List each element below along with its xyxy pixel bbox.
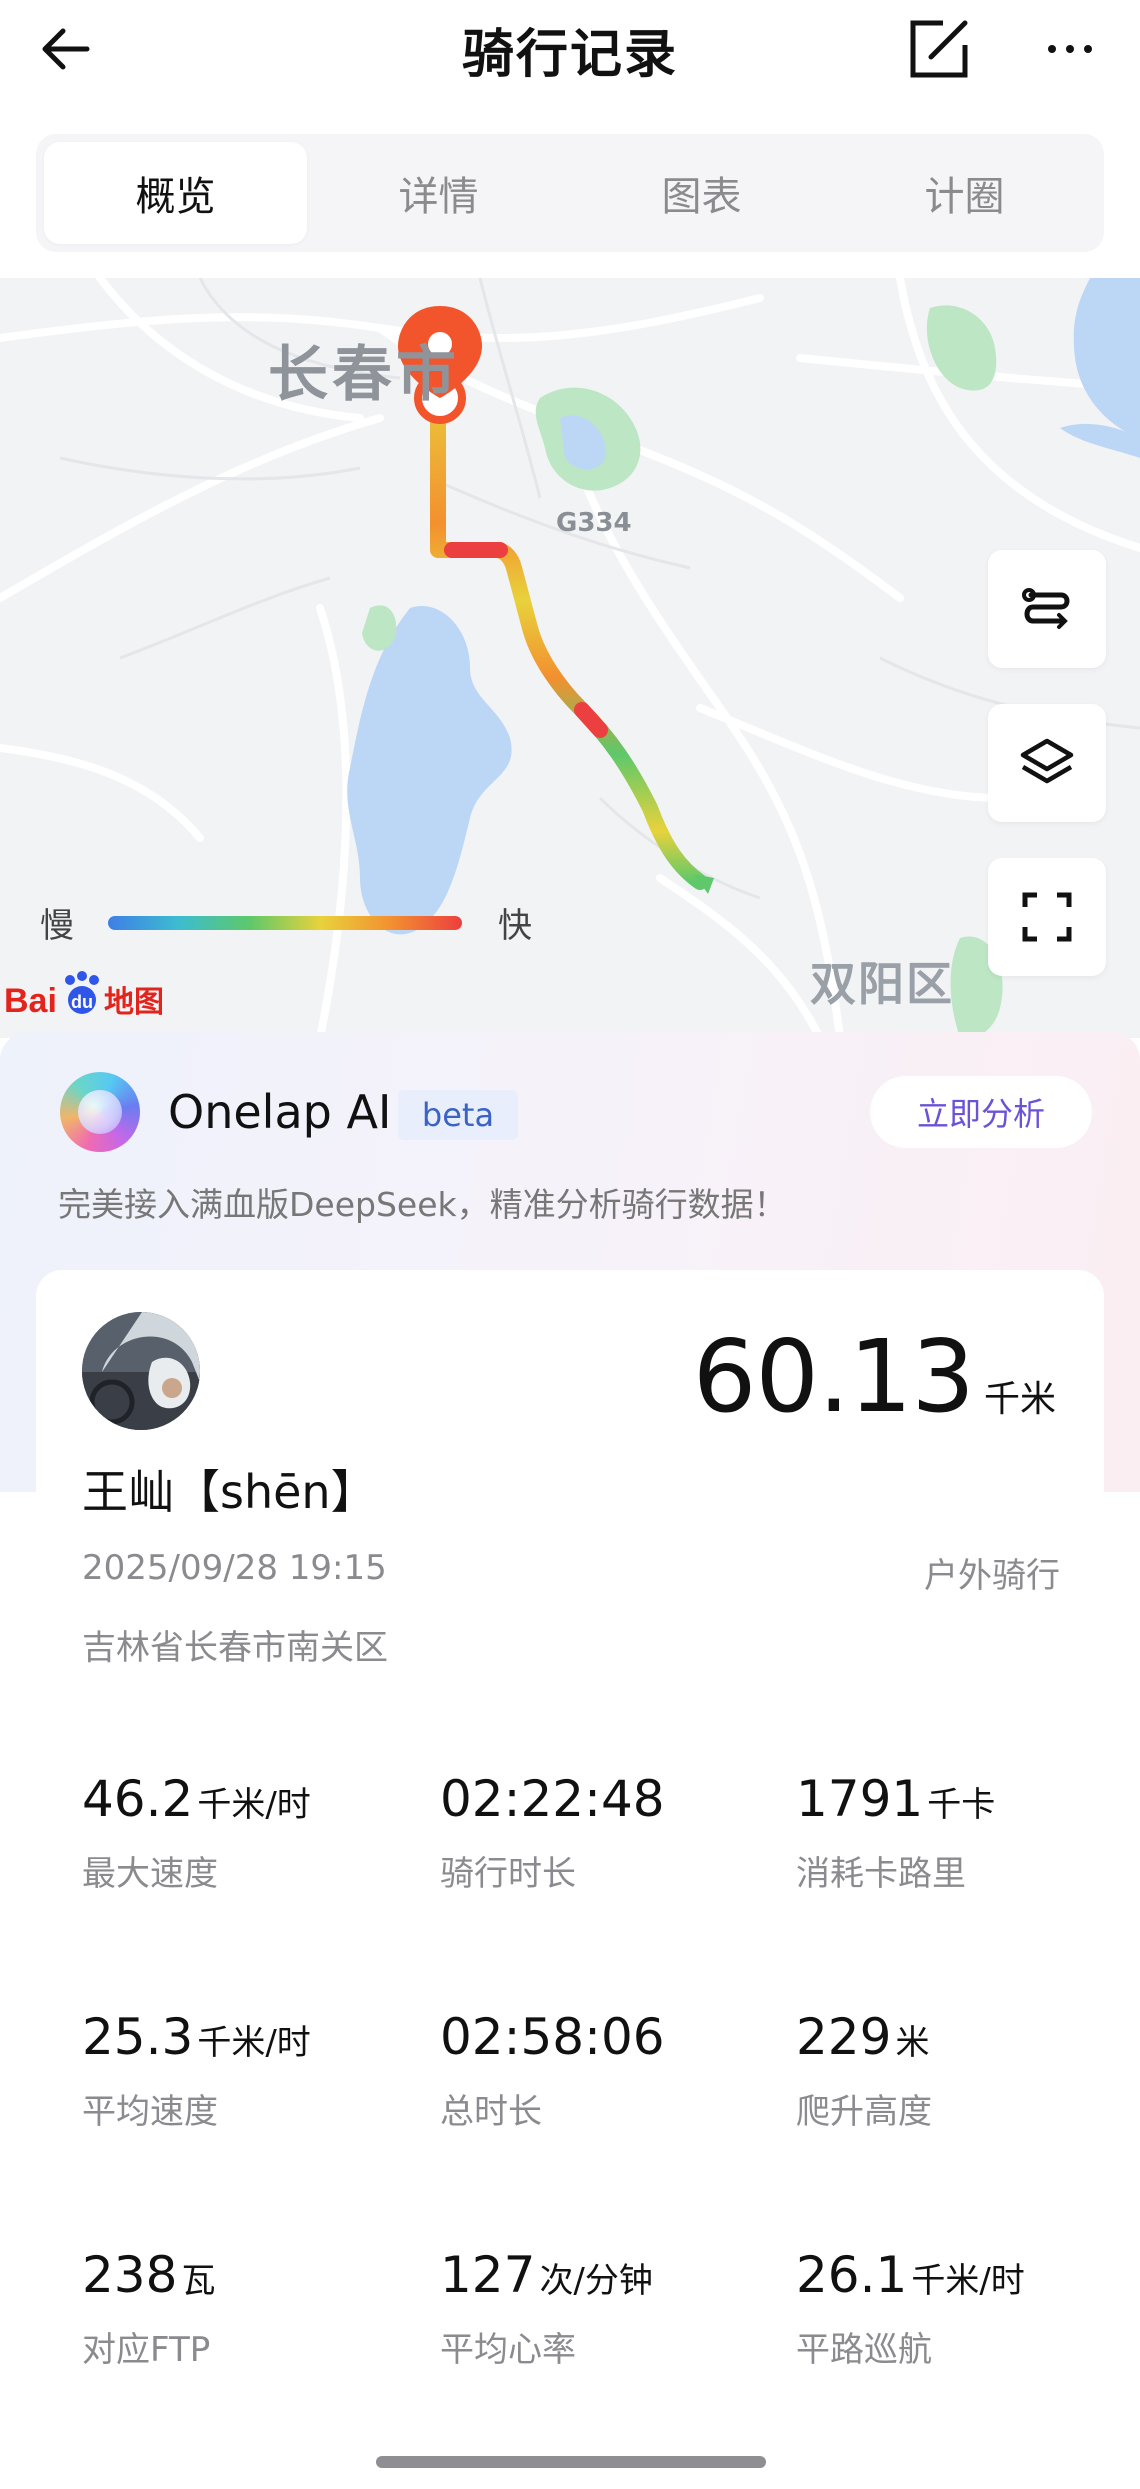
- metric-ftp: 238 瓦 对应FTP: [82, 2246, 412, 2371]
- map-layers-button[interactable]: [988, 704, 1106, 822]
- legend-fast-label: 快: [498, 906, 532, 946]
- fullscreen-button[interactable]: [988, 858, 1106, 976]
- ride-location: 吉林省长春市南关区: [82, 1628, 388, 1668]
- metric-label: 平均心率: [440, 2330, 576, 2370]
- metric-label: 消耗卡路里: [796, 1854, 966, 1894]
- metric-total-time: 02:58:06 总时长: [440, 2008, 770, 2133]
- metric-value: 127: [440, 2246, 536, 2304]
- road-label: G334: [556, 508, 632, 538]
- home-indicator[interactable]: [376, 2456, 766, 2468]
- route-icon: [1022, 588, 1070, 629]
- metric-label: 最大速度: [82, 1854, 218, 1894]
- svg-text:Bai: Bai: [4, 982, 57, 1020]
- beta-badge: beta: [398, 1090, 518, 1140]
- metric-unit: 瓦: [181, 2261, 216, 2301]
- metric-value: 238: [82, 2246, 178, 2304]
- fullscreen-icon: [1022, 892, 1072, 942]
- metric-moving-time: 02:22:48 骑行时长: [440, 1770, 770, 1895]
- edit-icon: [910, 20, 968, 78]
- ai-name: Onelap AI: [168, 1085, 392, 1139]
- top-bar: 骑行记录: [0, 0, 1140, 110]
- metric-unit: 千米/时: [911, 2261, 1025, 2301]
- metric-label: 爬升高度: [796, 2092, 932, 2132]
- metric-label: 对应FTP: [82, 2330, 211, 2370]
- metric-unit: 千米/时: [197, 2023, 311, 2063]
- distance-unit: 千米: [983, 1379, 1056, 1420]
- ai-description: 完美接入满血版DeepSeek，精准分析骑行数据！: [58, 1185, 787, 1224]
- metric-elevation-gain: 229 米 爬升高度: [796, 2008, 1126, 2133]
- ride-distance: 60.13 千米: [693, 1318, 1056, 1435]
- metric-label: 骑行时长: [440, 1854, 576, 1894]
- svg-text:地图: 地图: [104, 985, 164, 1020]
- more-icon: [1048, 45, 1092, 53]
- city-label: 长春市: [268, 340, 460, 410]
- more-button[interactable]: [1030, 12, 1110, 82]
- metric-unit: 千卡: [927, 1785, 996, 1825]
- onelap-ai-logo: [60, 1072, 140, 1152]
- tab-laps[interactable]: 计圈: [833, 142, 1096, 244]
- svg-text:du: du: [71, 992, 93, 1012]
- distance-value: 60.13: [692, 1318, 975, 1435]
- route-map[interactable]: 长春市 G334 双阳区 慢 快 Bai du 地图: [0, 278, 1140, 1038]
- metric-value: 02:58:06: [440, 2008, 665, 2066]
- tab-overview[interactable]: 概览: [44, 142, 307, 244]
- ride-type: 户外骑行: [924, 1556, 1060, 1596]
- route-toggle-button[interactable]: [988, 550, 1106, 668]
- metric-label: 平路巡航: [796, 2330, 932, 2370]
- metric-value: 46.2: [82, 1770, 194, 1828]
- tab-charts[interactable]: 图表: [570, 142, 833, 244]
- metric-flat-cruise: 26.1 千米/时 平路巡航: [796, 2246, 1126, 2371]
- metric-avg-speed: 25.3 千米/时 平均速度: [82, 2008, 412, 2133]
- metric-avg-heart-rate: 127 次/分钟 平均心率: [440, 2246, 770, 2371]
- speed-legend-bar: [108, 916, 462, 930]
- metric-unit: 千米/时: [197, 1785, 311, 1825]
- edit-button[interactable]: [900, 10, 978, 88]
- baidu-map-logo: Bai du 地图: [4, 968, 194, 1024]
- tab-details[interactable]: 详情: [307, 142, 570, 244]
- legend-slow-label: 慢: [40, 906, 74, 946]
- metric-label: 平均速度: [82, 2092, 218, 2132]
- tab-bar: 概览 详情 图表 计圈: [36, 134, 1104, 252]
- metric-value: 1791: [796, 1770, 924, 1828]
- analyze-now-button[interactable]: 立即分析: [870, 1076, 1092, 1148]
- avatar[interactable]: [82, 1312, 200, 1430]
- metric-max-speed: 46.2 千米/时 最大速度: [82, 1770, 412, 1895]
- metric-unit: 米: [895, 2023, 930, 2063]
- layers-icon: [1020, 738, 1074, 784]
- metric-calories: 1791 千卡 消耗卡路里: [796, 1770, 1126, 1895]
- metric-value: 229: [796, 2008, 892, 2066]
- metric-value: 25.3: [82, 2008, 194, 2066]
- metric-value: 26.1: [796, 2246, 908, 2304]
- district-label: 双阳区: [810, 957, 954, 1011]
- metric-value: 02:22:48: [440, 1770, 665, 1828]
- metric-unit: 次/分钟: [539, 2261, 653, 2301]
- user-name: 王屾【shēn】: [82, 1465, 377, 1519]
- metric-label: 总时长: [440, 2092, 542, 2132]
- ride-datetime: 2025/09/28 19:15: [82, 1548, 387, 1588]
